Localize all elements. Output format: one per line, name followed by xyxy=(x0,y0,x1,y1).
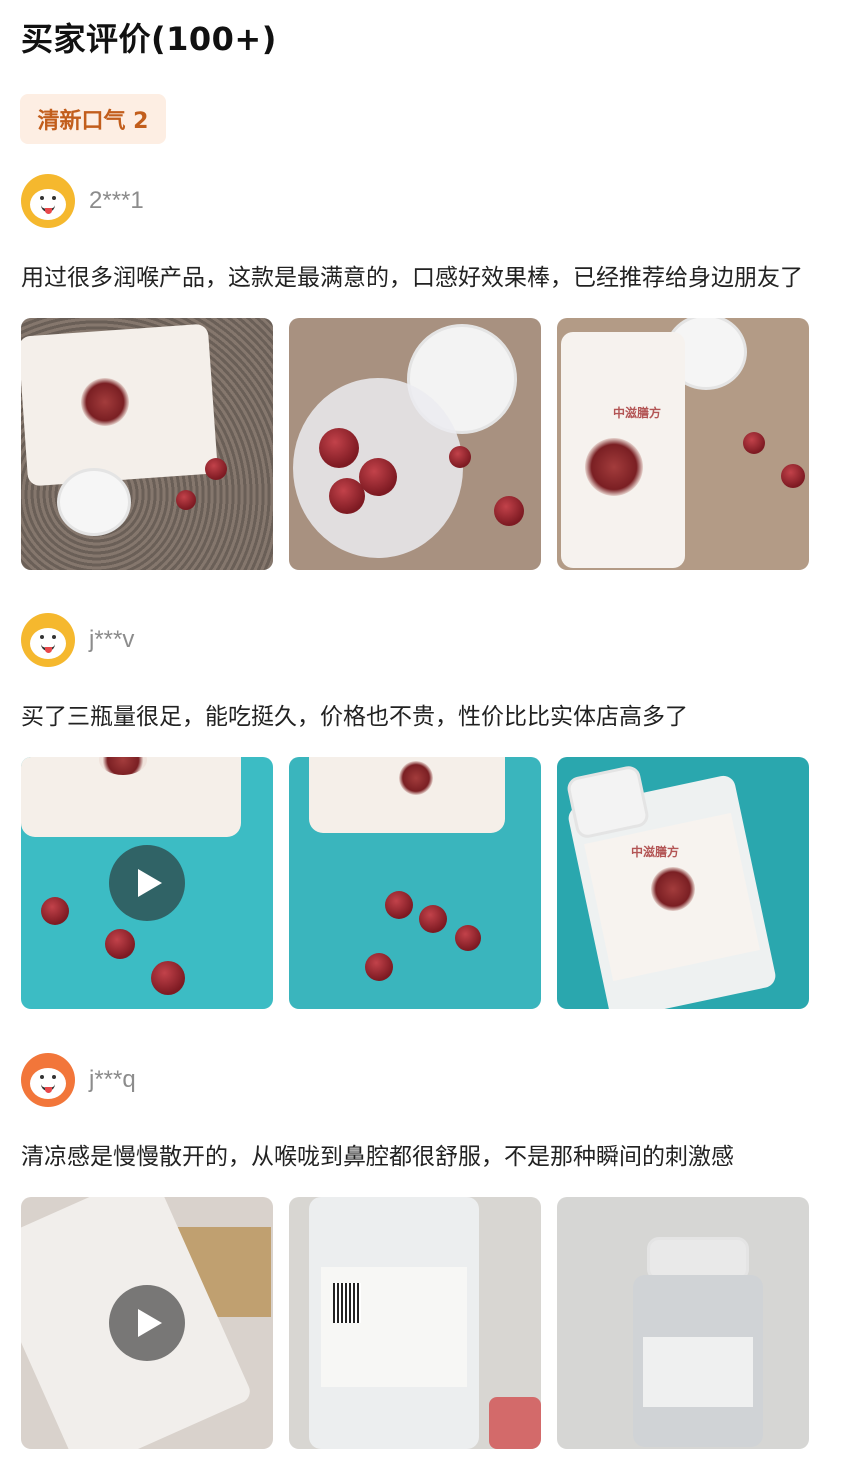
review-photo[interactable] xyxy=(557,1197,809,1449)
review-photo[interactable] xyxy=(21,318,273,570)
review-photos xyxy=(21,1197,809,1449)
review-text: 清凉感是慢慢散开的，从喉咙到鼻腔都很舒服，不是那种瞬间的刺激感 xyxy=(21,1144,734,1170)
review-photo[interactable] xyxy=(289,318,541,570)
review-photo[interactable] xyxy=(289,1197,541,1449)
review-video[interactable] xyxy=(21,1197,273,1449)
avatar xyxy=(21,1053,75,1107)
review-filter-tag[interactable]: 清新口气 2 xyxy=(20,94,166,144)
review-photos: 中滋膳方 xyxy=(21,757,809,1009)
review-text: 用过很多润喉产品，这款是最满意的，口感好效果棒，已经推荐给身边朋友了 xyxy=(21,265,803,291)
review-username: j***q xyxy=(89,1066,136,1093)
review-text: 买了三瓶量很足，能吃挺久，价格也不贵，性价比比实体店高多了 xyxy=(21,704,688,730)
review-user: j***q xyxy=(21,1053,136,1107)
avatar xyxy=(21,174,75,228)
review-username: 2***1 xyxy=(89,187,144,214)
play-icon[interactable] xyxy=(109,1285,185,1361)
review-photos: 中滋膳方 xyxy=(21,318,809,570)
review-photo[interactable]: 中滋膳方 xyxy=(557,757,809,1009)
review-photo[interactable]: 中滋膳方 xyxy=(557,318,809,570)
review-photo[interactable] xyxy=(289,757,541,1009)
reviews-header: 买家评价(100+) xyxy=(21,14,277,60)
review-video[interactable] xyxy=(21,757,273,1009)
play-icon[interactable] xyxy=(109,845,185,921)
avatar xyxy=(21,613,75,667)
review-user: j***v xyxy=(21,613,134,667)
review-username: j***v xyxy=(89,626,135,653)
review-filter-tag-label: 清新口气 2 xyxy=(37,109,149,134)
page-title: 买家评价(100+) xyxy=(21,20,277,58)
review-user: 2***1 xyxy=(21,174,144,228)
